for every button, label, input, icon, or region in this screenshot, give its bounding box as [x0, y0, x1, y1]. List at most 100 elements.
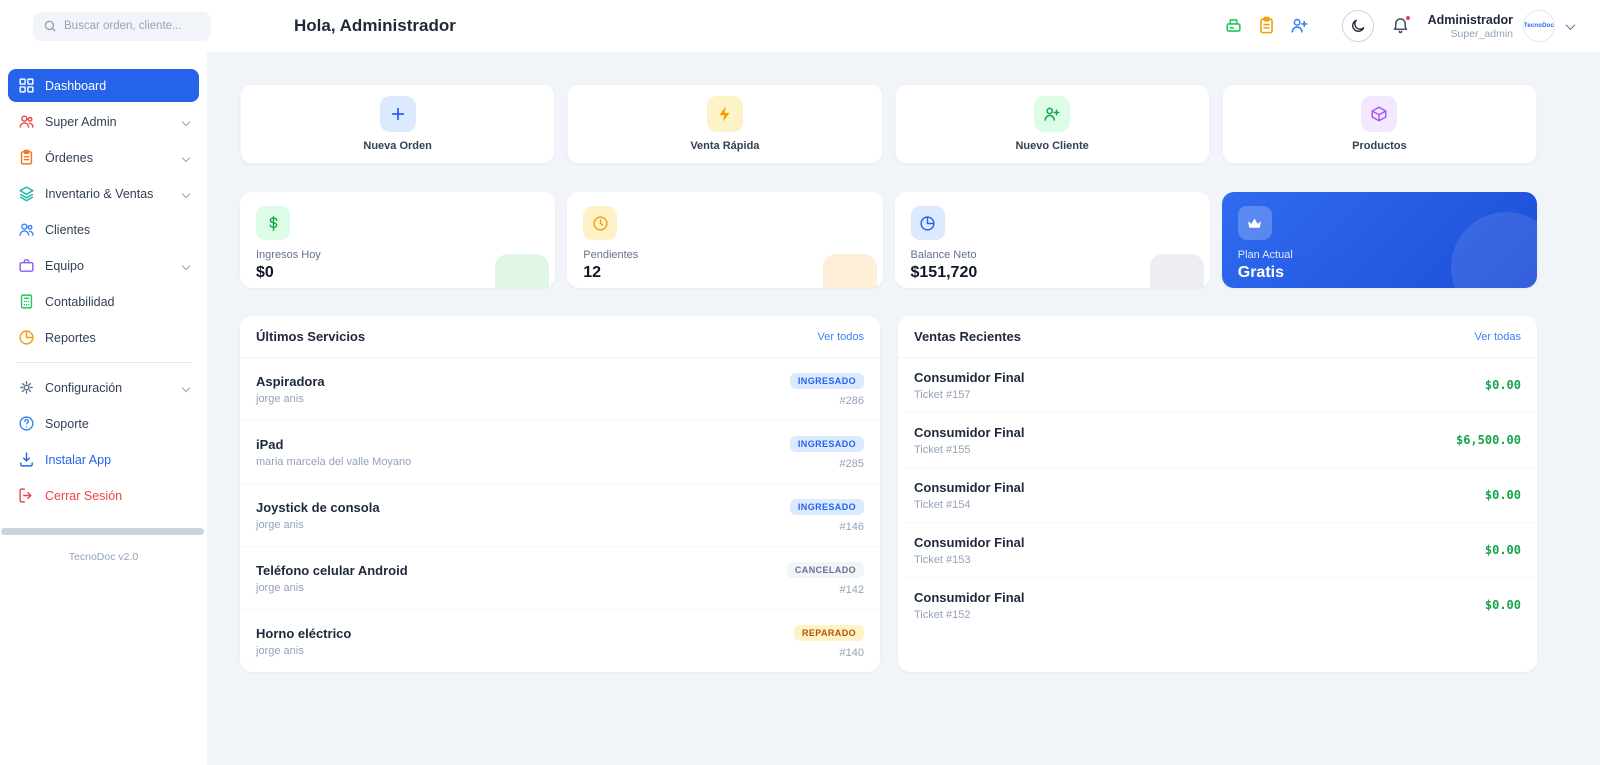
page-title: Hola, Administrador [294, 16, 456, 35]
notification-dot [1403, 14, 1412, 22]
service-ticket: #285 [839, 458, 864, 470]
sale-customer: Consumidor Final [914, 589, 1025, 605]
sale-amount: $0.00 [1484, 598, 1521, 612]
service-client: maria marcela del valle Moyano [256, 455, 412, 468]
sidebar-item-label: Soporte [45, 416, 89, 431]
quick-action-nuevo-cliente[interactable]: Nuevo Cliente [894, 84, 1210, 164]
decor-shape [1149, 254, 1204, 288]
chevron-down-icon [181, 117, 191, 126]
avatar[interactable]: TecnoDoc [1523, 10, 1555, 42]
sidebar-item-clientes[interactable]: Clientes [8, 213, 199, 246]
search-icon [44, 20, 56, 32]
plus-icon [379, 96, 416, 132]
notifications-button[interactable] [1390, 14, 1412, 37]
logout-icon [18, 487, 35, 504]
topbar: Hola, Administrador Administrador Super_… [0, 0, 1600, 52]
search-box [33, 11, 211, 41]
quick-action-nueva-orden[interactable]: Nueva Orden [240, 84, 556, 164]
gear-icon [18, 379, 35, 396]
service-row[interactable]: Teléfono celular Android jorge anis CANC… [240, 547, 880, 610]
service-ticket: #142 [839, 584, 864, 596]
sidebar-divider [16, 362, 191, 363]
sidebar-item-configuracion[interactable]: Configuración [8, 371, 199, 404]
sidebar-item-contabilidad[interactable]: Contabilidad [8, 285, 199, 318]
sale-customer: Consumidor Final [914, 424, 1025, 440]
dark-mode-toggle[interactable] [1341, 10, 1374, 42]
service-name: iPad [256, 436, 284, 452]
sidebar-item-label: Inventario & Ventas [45, 186, 154, 201]
sidebar-item-soporte[interactable]: Soporte [8, 407, 199, 440]
chevron-down-icon [181, 383, 191, 392]
service-row[interactable]: Joystick de consola jorge anis INGRESADO… [240, 484, 880, 547]
service-name: Aspiradora [256, 373, 325, 389]
sale-amount: $0.00 [1484, 543, 1521, 557]
chevron-down-icon [181, 189, 191, 198]
topbar-actions: Administrador Super_admin TecnoDoc [1211, 10, 1576, 42]
panel-title: Últimos Servicios [256, 329, 366, 344]
sale-amount: $0.00 [1484, 378, 1521, 392]
decor-shape [495, 254, 550, 288]
sidebar-item-instalar-app[interactable]: Instalar App [8, 443, 199, 476]
search-input[interactable] [64, 20, 201, 32]
sidebar-item-dashboard[interactable]: Dashboard [8, 69, 199, 102]
moon-icon [1351, 19, 1364, 32]
calculator-icon [18, 293, 35, 310]
cash-register-icon[interactable] [1224, 16, 1244, 36]
status-badge: CANCELADO [786, 562, 864, 578]
chevron-down-icon [181, 153, 191, 162]
sidebar-scrollbar[interactable] [1, 528, 204, 535]
chevron-down-icon [181, 261, 191, 270]
decor-shape [822, 254, 877, 288]
clock-icon [583, 206, 618, 240]
sidebar-item-label: Contabilidad [45, 294, 115, 309]
panel-header: Últimos Servicios Ver todos [240, 316, 880, 358]
sale-ticket: Ticket #157 [914, 388, 971, 401]
sidebar-item-reportes[interactable]: Reportes [8, 321, 199, 354]
service-row[interactable]: Aspiradora jorge anis INGRESADO #286 [240, 358, 880, 421]
user-role: Super_admin [1450, 27, 1513, 40]
sale-ticket: Ticket #155 [914, 443, 971, 456]
ver-todas-link[interactable]: Ver todas [1475, 331, 1521, 343]
user-add-icon[interactable] [1290, 16, 1310, 36]
sale-row[interactable]: Consumidor Final Ticket #157 $0.00 [898, 358, 1537, 413]
ver-todos-link[interactable]: Ver todos [818, 331, 864, 343]
stat-balance-neto: Balance Neto $151,720 [894, 192, 1210, 288]
service-client: jorge anis [256, 518, 304, 531]
service-row[interactable]: iPad maria marcela del valle Moyano INGR… [240, 421, 880, 484]
user-menu[interactable]: Administrador Super_admin [1428, 13, 1513, 40]
sidebar-item-label: Dashboard [45, 78, 107, 93]
briefcase-icon [18, 257, 35, 274]
sidebar-item-cerrar-sesion[interactable]: Cerrar Sesión [8, 479, 199, 512]
main-content: Nueva Orden Venta Rápida Nuevo Cliente P… [207, 52, 1600, 765]
sidebar-item-inventario-ventas[interactable]: Inventario & Ventas [8, 177, 199, 210]
service-client: jorge anis [256, 392, 304, 405]
user-name: Administrador [1427, 12, 1513, 27]
stat-ingresos-hoy: Ingresos Hoy $0 [240, 192, 556, 288]
sale-row[interactable]: Consumidor Final Ticket #153 $0.00 [898, 523, 1537, 578]
sale-customer: Consumidor Final [914, 369, 1025, 385]
sidebar-item-equipo[interactable]: Equipo [8, 249, 199, 282]
service-ticket: #146 [839, 521, 864, 533]
sale-row[interactable]: Consumidor Final Ticket #154 $0.00 [898, 468, 1537, 523]
quick-action-venta-rapida[interactable]: Venta Rápida [567, 84, 883, 164]
sale-row[interactable]: Consumidor Final Ticket #155 $6,500.00 [898, 413, 1537, 468]
status-badge: REPARADO [793, 625, 864, 641]
pie-chart-icon [910, 206, 945, 240]
dollar-icon [256, 206, 290, 240]
sidebar-item-ordenes[interactable]: Órdenes [8, 141, 199, 174]
crown-icon [1237, 206, 1272, 240]
layers-icon [18, 185, 35, 202]
app-version: TecnoDoc v2.0 [68, 551, 139, 563]
layout: Dashboard Super Admin Órdenes Inventario… [0, 52, 1600, 765]
sale-amount: $0.00 [1484, 488, 1521, 502]
service-row[interactable]: Horno eléctrico jorge anis REPARADO #140 [240, 610, 880, 672]
quick-action-productos[interactable]: Productos [1221, 84, 1537, 164]
notes-icon[interactable] [1257, 16, 1277, 36]
sidebar-item-super-admin[interactable]: Super Admin [8, 105, 199, 138]
sale-row[interactable]: Consumidor Final Ticket #152 $0.00 [898, 578, 1537, 632]
box-icon [1361, 96, 1398, 132]
avatar-logo: TecnoDoc [1523, 23, 1555, 29]
status-badge: INGRESADO [789, 499, 864, 515]
chevron-down-icon[interactable] [1565, 19, 1576, 30]
sidebar-item-label: Configuración [45, 380, 123, 395]
